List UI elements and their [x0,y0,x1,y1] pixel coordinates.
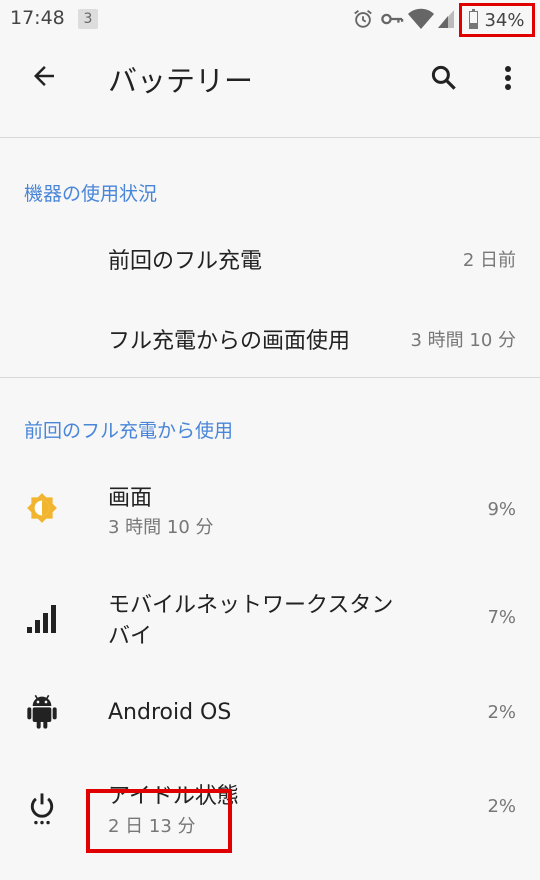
vpn-key-icon [380,8,404,30]
battery-percent: 34% [484,9,525,31]
alarm-icon [352,8,374,30]
status-bar: 17:48 3 34% [0,0,540,38]
list-item-mobile-network-standby[interactable]: モバイルネットワークスタン バイ 7% [0,580,540,660]
wifi-icon [408,8,434,30]
divider [0,377,540,378]
notification-count-badge: 3 [78,9,98,29]
list-item-screen[interactable]: 画面 3 時間 10 分 9% [0,470,540,550]
battery-status-highlight: 34% [459,3,535,37]
row-value: 2 日前 [462,250,516,271]
row-title: フル充電からの画面使用 [108,329,351,354]
row-value: 7% [487,607,516,628]
row-value: 9% [487,499,516,520]
row-title: Android OS [108,700,232,725]
list-item-android-os[interactable]: Android OS 2% [0,680,540,750]
row-value: 3 時間 10 分 [410,330,516,351]
signal-icon [438,8,454,30]
list-item-idle[interactable]: アイドル状態 2 日 13 分 2% [0,768,540,858]
cell-signal-icon [24,600,60,636]
row-title: 画面 [108,486,153,511]
more-options-button[interactable] [488,58,528,102]
row-value: 2% [487,796,516,817]
app-toolbar: バッテリー [0,38,540,120]
section-header-usage-since-charge: 前回のフル充電から使用 [24,420,234,442]
more-vert-icon [504,65,512,95]
row-title: 前回のフル充電 [108,249,263,274]
arrow-back-icon [29,61,59,95]
row-value: 2% [487,702,516,723]
back-button[interactable] [24,58,64,98]
row-title-line2: バイ [108,624,153,649]
idle-duration-highlight [86,789,232,853]
divider [0,137,540,138]
search-icon [429,63,459,97]
status-time: 17:48 [10,7,65,29]
search-button[interactable] [422,58,466,102]
list-item-last-full-charge[interactable]: 前回のフル充電 2 日前 [0,222,540,292]
page-title: バッテリー [108,64,254,98]
list-item-screen-since-charge[interactable]: フル充電からの画面使用 3 時間 10 分 [0,302,540,372]
android-icon [24,694,60,730]
battery-icon [469,9,479,29]
row-subtitle: 3 時間 10 分 [108,517,214,538]
power-idle-icon [24,790,60,826]
brightness-icon [24,490,60,526]
row-title-line1: モバイルネットワークスタン [108,593,394,618]
section-header-device-usage: 機器の使用状況 [24,183,158,205]
